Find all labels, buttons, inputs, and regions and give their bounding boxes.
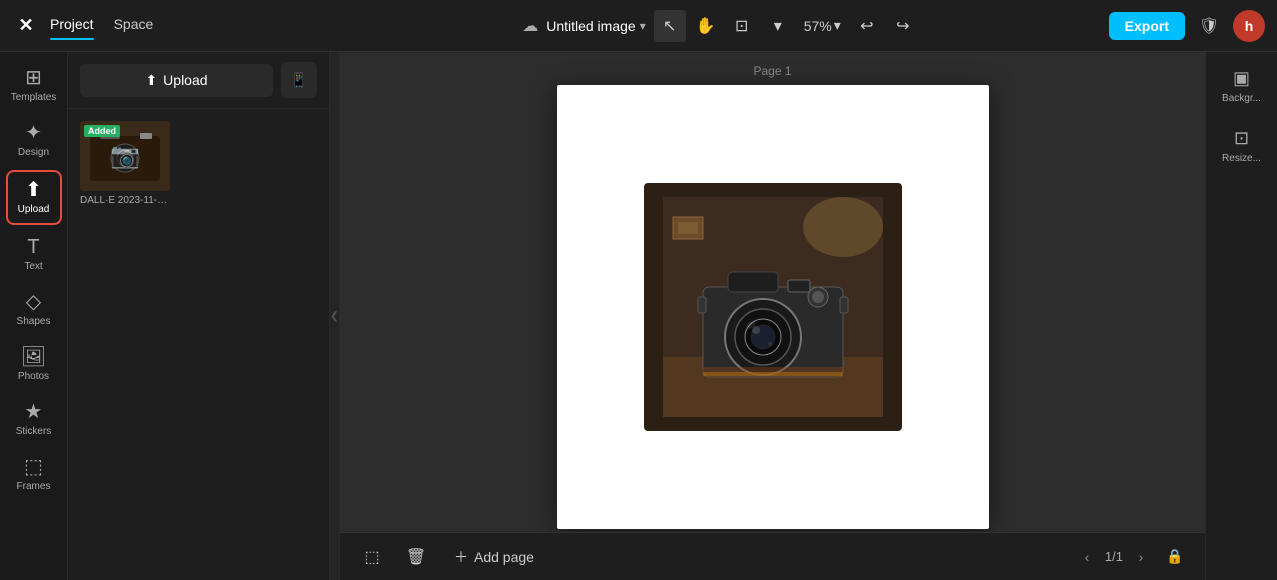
sidebar-item-photos[interactable]: 🖼 Photos <box>6 339 62 390</box>
photos-label: Photos <box>18 371 49 382</box>
collapse-handle[interactable]: ❮ <box>330 52 340 580</box>
right-panel-background[interactable]: ▣ Backgr... <box>1212 60 1272 112</box>
image-thumbnail[interactable]: Added DALL·E 2023-11-12 18... <box>80 121 170 206</box>
add-page-icon: ＋ <box>454 547 468 567</box>
shapes-icon: ◇ <box>26 292 41 312</box>
upload-label: Upload <box>18 204 50 215</box>
frames-icon: ⬚ <box>24 457 43 477</box>
right-panel: ▣ Backgr... ⊡ Resize... <box>1205 52 1277 580</box>
zoom-level: 57% <box>804 18 832 34</box>
redo-button[interactable]: ↪ <box>887 10 919 42</box>
added-badge: Added <box>84 125 120 137</box>
left-panel-header: ⬆ Upload 📱 <box>68 52 329 109</box>
mobile-icon: 📱 <box>290 72 307 89</box>
page-indicator: 1/1 <box>1105 549 1123 564</box>
nav-tabs: Project Space <box>50 16 153 36</box>
sidebar-item-upload[interactable]: ⬆ Upload <box>6 170 62 225</box>
page-thumbnail-icon: ⬚ <box>364 547 379 567</box>
sidebar-item-design[interactable]: ✦ Design <box>6 115 62 166</box>
doc-name-area[interactable]: ☁ Untitled image ▾ <box>518 14 646 38</box>
canvas-image[interactable] <box>644 183 902 431</box>
text-icon: T <box>27 237 39 257</box>
topbar-left: ✕ Project Space <box>12 12 332 40</box>
topbar-right: Export 🛡 h <box>1105 10 1265 42</box>
canvas-scroll[interactable]: Page 1 <box>340 52 1205 532</box>
background-label: Backgr... <box>1222 93 1261 104</box>
sidebar-item-shapes[interactable]: ◇ Shapes <box>6 284 62 335</box>
delete-page-button[interactable]: 🗑 <box>400 541 432 573</box>
pointer-tool-button[interactable]: ↖ <box>654 10 686 42</box>
sidebar-item-templates[interactable]: ⊞ Templates <box>6 60 62 111</box>
zoom-chevron-icon: ▾ <box>834 17 841 34</box>
topbar: ✕ Project Space ☁ Untitled image ▾ ↖ ✋ ⊡… <box>0 0 1277 52</box>
upload-button[interactable]: ⬆ Upload <box>80 64 273 97</box>
thumbnail-label: DALL·E 2023-11-12 18... <box>80 195 170 206</box>
page-navigation: ‹ 1/1 › <box>1075 545 1153 569</box>
undo-button[interactable]: ↩ <box>851 10 883 42</box>
add-page-label: Add page <box>474 549 534 565</box>
prev-page-button[interactable]: ‹ <box>1075 545 1099 569</box>
upload-btn-label: Upload <box>163 72 207 88</box>
next-page-button[interactable]: › <box>1129 545 1153 569</box>
templates-label: Templates <box>11 92 57 103</box>
background-icon: ▣ <box>1233 68 1250 89</box>
sidebar-item-text[interactable]: T Text <box>6 229 62 280</box>
add-page-button[interactable]: ＋ Add page <box>444 541 544 573</box>
left-panel-content: Added DALL·E 2023-11-12 18... <box>68 109 329 580</box>
upload-icon: ⬆ <box>25 180 42 200</box>
stickers-icon: ★ <box>25 402 43 422</box>
canvas-area: Page 1 <box>340 52 1205 580</box>
page-label: Page 1 <box>753 64 791 78</box>
frame-chevron-icon[interactable]: ▾ <box>762 10 794 42</box>
mobile-button[interactable]: 📱 <box>281 62 317 98</box>
design-label: Design <box>18 147 49 158</box>
doc-chevron-icon: ▾ <box>640 19 646 33</box>
sidebar-icons: ⊞ Templates ✦ Design ⬆ Upload T Text ◇ S… <box>0 52 68 580</box>
logo-icon[interactable]: ✕ <box>12 12 40 40</box>
design-icon: ✦ <box>25 123 42 143</box>
canvas-page[interactable] <box>557 85 989 529</box>
toolbar-tools: ↖ ✋ ⊡ ▾ 57% ▾ ↩ ↪ <box>654 10 919 42</box>
templates-icon: ⊞ <box>25 68 42 88</box>
user-avatar[interactable]: h <box>1233 10 1265 42</box>
bottom-bar: ⬚ 🗑 ＋ Add page ‹ 1/1 › 🔒 <box>340 532 1205 580</box>
sidebar-item-frames[interactable]: ⬚ Frames <box>6 449 62 500</box>
shapes-label: Shapes <box>17 316 51 327</box>
left-panel: ⬆ Upload 📱 <box>68 52 330 580</box>
hand-tool-button[interactable]: ✋ <box>690 10 722 42</box>
page-thumbnail-button[interactable]: ⬚ <box>356 541 388 573</box>
shield-icon[interactable]: 🛡 <box>1193 10 1225 42</box>
document-name: Untitled image <box>546 18 636 34</box>
zoom-control[interactable]: 57% ▾ <box>798 13 847 38</box>
resize-icon: ⊡ <box>1234 128 1249 149</box>
frames-label: Frames <box>17 481 51 492</box>
main-area: ⊞ Templates ✦ Design ⬆ Upload T Text ◇ S… <box>0 52 1277 580</box>
lock-button[interactable]: 🔒 <box>1161 543 1189 571</box>
resize-label: Resize... <box>1222 153 1261 164</box>
photos-icon: 🖼 <box>21 347 46 367</box>
upload-btn-icon: ⬆ <box>145 72 157 89</box>
frame-tool-button[interactable]: ⊡ <box>726 10 758 42</box>
cloud-icon: ☁ <box>518 14 542 38</box>
delete-icon: 🗑 <box>406 547 426 567</box>
tab-space[interactable]: Space <box>114 16 154 36</box>
stickers-label: Stickers <box>16 426 52 437</box>
bottom-right: ‹ 1/1 › 🔒 <box>1075 543 1189 571</box>
tab-project[interactable]: Project <box>50 16 94 36</box>
right-panel-resize[interactable]: ⊡ Resize... <box>1212 120 1272 172</box>
export-button[interactable]: Export <box>1109 12 1185 40</box>
text-label: Text <box>24 261 42 272</box>
topbar-center: ☁ Untitled image ▾ ↖ ✋ ⊡ ▾ 57% ▾ ↩ ↪ <box>340 10 1097 42</box>
sidebar-item-stickers[interactable]: ★ Stickers <box>6 394 62 445</box>
